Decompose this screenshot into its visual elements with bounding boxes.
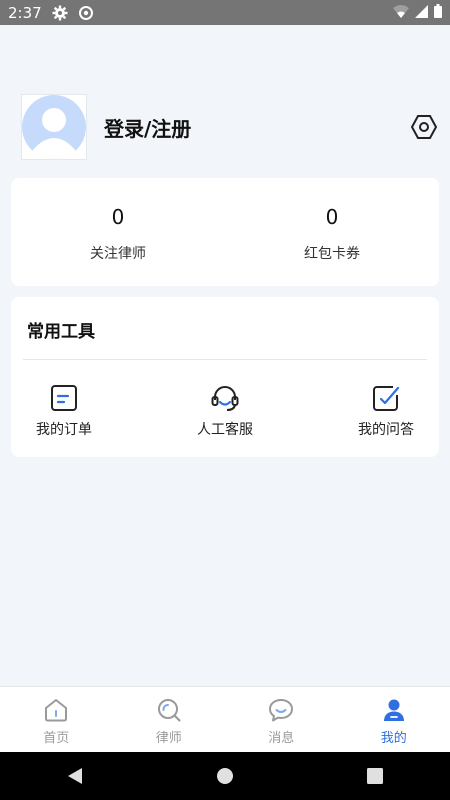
tool-label: 我的问答 — [358, 422, 414, 438]
default-avatar-icon — [22, 95, 86, 159]
tab-label: 我的 — [380, 731, 407, 746]
divider — [23, 359, 427, 360]
tab-lawyers[interactable]: 律师 — [113, 687, 226, 753]
signal-icon — [415, 4, 428, 22]
system-nav-bar — [0, 752, 450, 800]
lawyer-icon — [157, 699, 181, 722]
tab-home[interactable]: 首页 — [0, 687, 113, 753]
my-qa-button[interactable]: 我的问答 — [341, 383, 431, 439]
wifi-icon — [393, 4, 409, 22]
stat-value: 0 — [325, 205, 339, 229]
tab-label: 消息 — [268, 731, 295, 746]
followed-lawyers-stat[interactable]: 0 关注律师 — [11, 178, 225, 286]
settings-icon — [52, 5, 68, 21]
stat-value: 0 — [111, 205, 125, 229]
status-bar: 2:37 — [0, 0, 450, 25]
status-time: 2:37 — [8, 3, 42, 22]
order-icon — [51, 385, 77, 411]
stats-card: 0 关注律师 0 红包卡券 — [11, 178, 439, 286]
tools-title: 常用工具 — [27, 322, 95, 342]
message-icon — [269, 699, 294, 722]
my-orders-button[interactable]: 我的订单 — [19, 383, 109, 439]
tools-card: 常用工具 我的订单 人工客服 我的问答 — [11, 297, 439, 457]
tab-label: 首页 — [43, 731, 70, 746]
tool-label: 我的订单 — [36, 422, 92, 438]
avatar[interactable] — [21, 94, 87, 160]
profile-header: 登录/注册 — [21, 93, 438, 161]
qa-check-icon — [373, 386, 400, 411]
login-register-link[interactable]: 登录/注册 — [104, 113, 191, 142]
tab-mine[interactable]: 我的 — [338, 687, 450, 753]
sync-icon — [78, 5, 94, 21]
bottom-tab-bar: 首页 律师 消息 我的 — [0, 686, 450, 753]
home-circle-icon[interactable] — [205, 756, 245, 796]
stat-label: 红包卡券 — [304, 246, 360, 262]
tool-label: 人工客服 — [197, 422, 253, 438]
home-icon — [45, 699, 68, 722]
coupons-stat[interactable]: 0 红包卡券 — [225, 178, 439, 286]
user-icon — [383, 699, 404, 721]
battery-icon — [434, 3, 442, 22]
tab-label: 律师 — [155, 731, 182, 746]
stat-label: 关注律师 — [90, 246, 146, 262]
headset-icon — [211, 386, 239, 411]
tab-messages[interactable]: 消息 — [225, 687, 338, 753]
recents-square-icon[interactable] — [355, 756, 395, 796]
back-icon[interactable] — [55, 756, 95, 796]
customer-service-button[interactable]: 人工客服 — [180, 383, 270, 439]
hexagon-settings-icon[interactable] — [410, 113, 438, 141]
